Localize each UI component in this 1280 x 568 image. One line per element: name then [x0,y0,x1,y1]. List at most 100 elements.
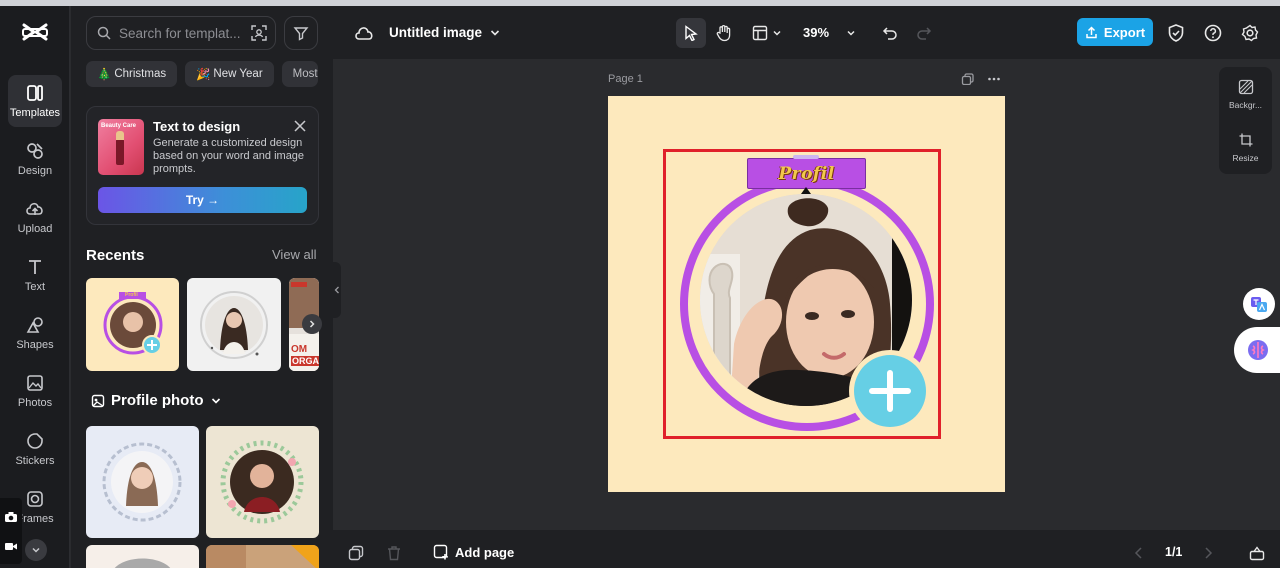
settings-gear-icon[interactable] [1240,23,1260,43]
translate-button[interactable] [1243,288,1275,320]
more-options-icon[interactable] [987,73,1001,85]
select-tool-button[interactable] [676,18,706,48]
chevron-down-icon [210,395,222,407]
chevron-down-icon [31,545,41,555]
rail-item-upload[interactable]: Upload [8,191,62,243]
undo-icon [882,25,898,41]
profile-template-thumbnail[interactable] [206,545,319,568]
rail-item-templates[interactable]: Templates [8,75,62,127]
stickers-icon [25,431,45,451]
redo-button[interactable] [912,18,936,48]
translate-icon [1249,294,1269,314]
ai-assistant-button[interactable] [1234,327,1280,373]
hand-tool-button[interactable] [709,18,739,48]
right-tool-panel: Backgr... Resize [1219,67,1272,174]
help-icon[interactable] [1203,23,1223,43]
chip-emoji: 🎄 [97,69,112,81]
add-page-label: Add page [455,544,515,560]
chevron-down-icon[interactable] [489,27,501,39]
duplicate-icon[interactable] [348,545,364,561]
video-camera-icon[interactable] [4,540,18,552]
chip-most[interactable]: Most [281,61,318,87]
export-label: Export [1103,24,1146,40]
chevron-left-icon [334,285,340,295]
profile-template-thumbnail[interactable] [206,426,319,538]
panel-collapse-handle[interactable] [333,262,341,318]
recent-thumb-text: Profil [125,292,138,298]
promo-title: Text to design [153,119,241,134]
promo-description: Generate a customized design based on yo… [153,137,305,175]
category-icon [91,394,105,408]
chip-christmas[interactable]: 🎄 Christmas [86,61,178,87]
rail-item-design[interactable]: Design [8,133,62,185]
category-chips: 🎄 Christmas 🎉 New Year Most [86,61,333,87]
resize-tool[interactable]: Resize [1219,132,1272,163]
hand-icon [715,24,733,42]
previous-page-icon[interactable] [1131,545,1147,561]
zoom-level[interactable]: 39% [803,25,829,40]
template-search-box[interactable] [86,16,276,50]
chevron-down-icon [772,28,782,38]
recent-thumb-text: OM [291,344,308,355]
profile-template-thumbnail[interactable] [86,545,199,568]
rail-item-stickers[interactable]: Stickers [8,423,62,475]
rail-label: Shapes [16,339,54,351]
image-search-icon[interactable] [251,25,267,41]
chevron-down-icon [846,28,856,38]
pointer-icon [683,25,699,41]
profile-template-thumbnail[interactable] [86,426,199,538]
rail-collapse-button[interactable] [25,539,47,561]
rail-label: Photos [17,397,53,409]
view-all-link[interactable]: View all [272,247,317,262]
next-page-icon[interactable] [1200,545,1216,561]
redo-icon [916,25,932,41]
profile-photo-category[interactable]: Profile photo [91,392,222,409]
recents-title: Recents [86,247,145,264]
recent-thumb-text: ORGA [291,356,319,366]
try-button[interactable]: Try → [98,187,307,213]
filter-button[interactable] [284,16,318,50]
rail-item-shapes[interactable]: Shapes [8,307,62,359]
recent-thumbnail[interactable]: Profil [86,278,179,371]
promo-thumb-text: Beauty Care [101,123,137,129]
chip-emoji: 🎉 [196,69,211,81]
rail-item-text[interactable]: Text [8,249,62,301]
templates-panel: 🎄Christmas 🎉New Year Most Beauty Care Te… [71,6,333,568]
chip-new-year[interactable]: 🎉 New Year [185,61,274,87]
rail-item-photos[interactable]: Photos [8,365,62,417]
filter-icon [293,25,309,41]
undo-button[interactable] [878,18,902,48]
recents-next-button[interactable] [302,314,322,334]
shapes-icon [25,315,45,335]
document-title[interactable]: Untitled image [389,25,482,40]
rotate-handle[interactable] [793,155,819,159]
capcut-logo-icon[interactable] [20,20,50,46]
pages-panel-icon[interactable] [1249,545,1265,561]
banner-text: Profil [778,163,835,184]
chip-label: Christmas [114,68,167,80]
design-icon [25,141,45,161]
recent-thumbnail[interactable] [187,278,281,371]
chevron-right-icon [307,319,317,329]
search-input[interactable] [119,25,243,41]
duplicate-page-icon[interactable] [961,73,975,85]
cloud-sync-icon[interactable] [354,24,374,42]
close-icon[interactable] [293,119,307,133]
export-button[interactable]: Export [1077,18,1153,46]
chip-label: New Year [213,68,263,80]
background-tool[interactable]: Backgr... [1219,79,1272,110]
layout-menu-button[interactable] [747,18,787,48]
chip-label: Most [292,68,318,80]
add-page-button[interactable]: Add page [433,544,514,560]
bottom-bar: Add page 1/1 [333,530,1280,568]
camera-icon[interactable] [4,511,18,523]
shield-icon[interactable] [1166,23,1186,43]
trash-icon[interactable] [386,545,402,561]
zoom-dropdown-button[interactable] [841,18,861,48]
lipstick-illustration [116,131,124,165]
profil-banner[interactable]: Profil [747,158,866,189]
rail-label: Upload [17,223,53,235]
banner-pointer-shape [801,187,811,194]
promo-thumbnail: Beauty Care [98,119,144,175]
resize-icon [1238,132,1254,148]
